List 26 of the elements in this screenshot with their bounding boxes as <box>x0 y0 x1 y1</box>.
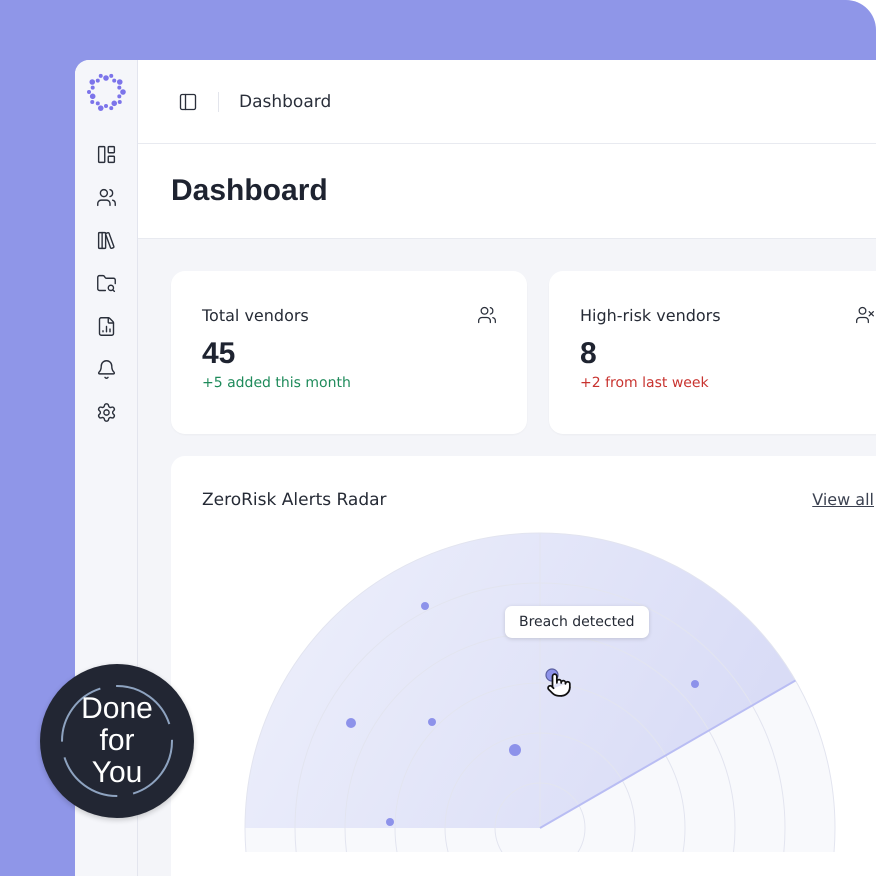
badge-text: for <box>99 725 134 757</box>
stat-change: +5 added this month <box>202 375 352 391</box>
badge-text: Done <box>81 693 153 725</box>
library-icon[interactable] <box>96 230 116 251</box>
notification-icon[interactable] <box>96 359 116 380</box>
stat-label: High-risk vendors <box>580 306 721 324</box>
breadcrumb[interactable]: Dashboard <box>239 92 332 112</box>
user-remove-icon <box>855 305 875 325</box>
sidebar-toggle-icon[interactable] <box>178 92 198 112</box>
users-icon[interactable] <box>96 187 116 208</box>
layout-icon[interactable] <box>96 144 116 165</box>
folder-search-icon[interactable] <box>96 273 116 294</box>
stat-label: Total vendors <box>202 306 309 324</box>
radar-title: ZeroRisk Alerts Radar <box>202 490 387 510</box>
page-title: Dashboard <box>171 174 328 208</box>
stat-change: +2 from last week <box>580 375 710 391</box>
ring-icon <box>61 685 173 797</box>
stat-value: 45 <box>202 337 236 371</box>
users-icon <box>477 305 497 325</box>
tooltip: Breach detected <box>505 606 649 638</box>
hand-cursor-icon <box>546 672 572 698</box>
badge-text: You <box>92 757 142 789</box>
settings-icon[interactable] <box>96 402 116 423</box>
stat-value: 8 <box>580 337 598 371</box>
logo-icon <box>86 72 126 112</box>
view-all-link[interactable]: View all <box>812 490 874 510</box>
